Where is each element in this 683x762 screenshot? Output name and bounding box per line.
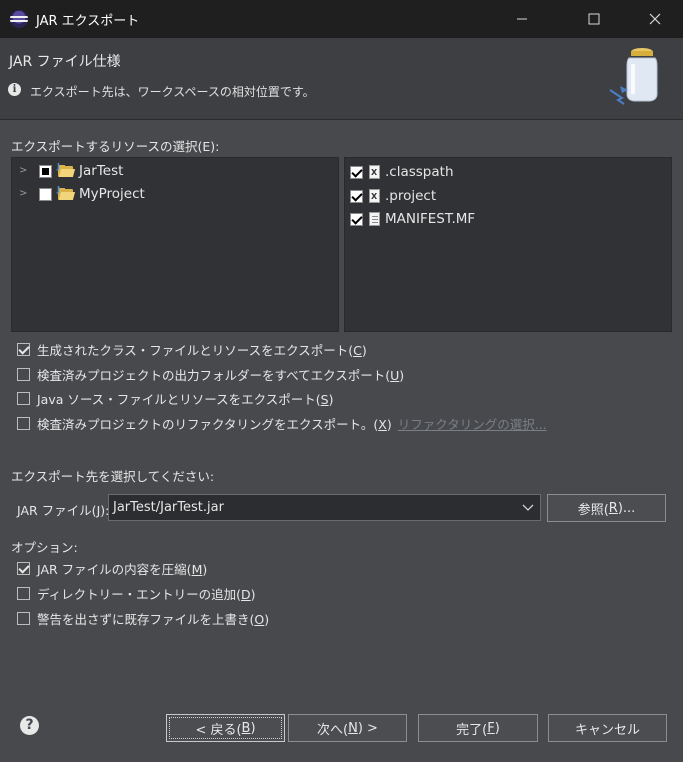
browse-button[interactable]: 参照(R)... — [547, 494, 666, 522]
export-class-files-option[interactable]: 生成されたクラス・ファイルとリソースをエクスポート(C) — [17, 339, 367, 359]
option-label: Java ソース・ファイルとリソースをエクスポート(S) — [37, 391, 334, 407]
eclipse-icon — [10, 10, 28, 28]
tree-item-label: MyProject — [79, 186, 145, 202]
list-item[interactable]: X .project — [350, 185, 436, 207]
checkbox[interactable] — [17, 416, 30, 430]
list-item[interactable]: X .classpath — [350, 161, 454, 183]
file-checkbox[interactable] — [350, 212, 363, 226]
option-label: 生成されたクラス・ファイルとリソースをエクスポート(C) — [37, 342, 367, 358]
finish-button[interactable]: 完了(F) — [418, 714, 538, 742]
xml-file-icon: X — [369, 189, 380, 203]
option-label: 検査済みプロジェクトの出力フォルダーをすべてエクスポート(U) — [37, 367, 405, 383]
text-file-icon — [369, 212, 380, 226]
checkbox[interactable] — [17, 342, 30, 356]
tree-item-jartest[interactable]: > J JarTest — [19, 160, 123, 182]
tree-item-myproject[interactable]: > J MyProject — [19, 183, 145, 205]
help-icon[interactable]: ? — [20, 716, 39, 735]
option-label: 警告を出さずに既存ファイルを上書き(O) — [37, 611, 270, 627]
export-refactorings-option[interactable]: 検査済みプロジェクトのリファクタリングをエクスポート。(X) リファクタリングの… — [17, 413, 547, 433]
cancel-button[interactable]: キャンセル — [548, 714, 667, 742]
info-icon: i — [8, 83, 21, 96]
file-list[interactable] — [344, 157, 672, 332]
chevron-right-icon[interactable]: > — [19, 166, 29, 176]
option-label: ディレクトリー・エントリーの追加(D) — [37, 586, 256, 602]
java-project-folder-icon: J — [57, 185, 76, 201]
close-button[interactable] — [632, 0, 678, 38]
overwrite-option[interactable]: 警告を出さずに既存ファイルを上書き(O) — [17, 608, 269, 628]
minimize-icon — [517, 18, 527, 20]
maximize-icon — [588, 13, 600, 25]
file-checkbox[interactable] — [350, 189, 363, 203]
destination-label: エクスポート先を選択してください: — [11, 469, 215, 484]
select-refactorings-link: リファクタリングの選択... — [397, 416, 547, 432]
tree-checkbox-myproject[interactable] — [39, 187, 52, 201]
resources-label: エクスポートするリソースの選択(E): — [11, 139, 220, 154]
jar-file-value: JarTest/JarTest.jar — [113, 500, 224, 515]
back-button[interactable]: < 戻る(B) — [166, 714, 285, 742]
file-label: MANIFEST.MF — [385, 211, 476, 227]
list-item[interactable]: MANIFEST.MF — [350, 208, 475, 230]
compress-option[interactable]: JAR ファイルの内容を圧縮(M) — [17, 558, 207, 578]
export-output-folders-option[interactable]: 検査済みプロジェクトの出力フォルダーをすべてエクスポート(U) — [17, 364, 404, 384]
close-icon — [649, 13, 661, 25]
option-label: 検査済みプロジェクトのリファクタリングをエクスポート。(X) — [37, 416, 392, 432]
checkbox[interactable] — [17, 367, 30, 381]
checkbox[interactable] — [17, 586, 30, 600]
maximize-button[interactable] — [571, 0, 617, 38]
jar-icon — [609, 48, 658, 105]
page-title: JAR ファイル仕様 — [9, 54, 121, 70]
file-label: .classpath — [385, 164, 454, 180]
chevron-right-icon[interactable]: > — [19, 189, 29, 199]
minimize-button[interactable] — [499, 0, 545, 38]
chevron-down-icon[interactable] — [519, 498, 537, 516]
jar-file-label: JAR ファイル(J): — [17, 503, 110, 518]
window-title: JAR エクスポート — [36, 14, 140, 29]
header-message: エクスポート先は、ワークスペースの相対位置です。 — [30, 85, 315, 99]
xml-file-icon: X — [369, 165, 380, 179]
checkbox[interactable] — [17, 391, 30, 405]
export-java-source-option[interactable]: Java ソース・ファイルとリソースをエクスポート(S) — [17, 388, 333, 408]
options-label: オプション: — [11, 540, 78, 555]
tree-checkbox-jartest[interactable] — [39, 164, 52, 178]
add-directory-entries-option[interactable]: ディレクトリー・エントリーの追加(D) — [17, 583, 256, 603]
next-button[interactable]: 次へ(N) > — [288, 714, 407, 742]
checkbox[interactable] — [17, 611, 30, 625]
checkbox[interactable] — [17, 561, 30, 575]
java-project-folder-icon: J — [57, 162, 76, 178]
option-label: JAR ファイルの内容を圧縮(M) — [37, 561, 208, 577]
file-checkbox[interactable] — [350, 165, 363, 179]
tree-item-label: JarTest — [79, 163, 124, 179]
file-label: .project — [385, 188, 437, 204]
